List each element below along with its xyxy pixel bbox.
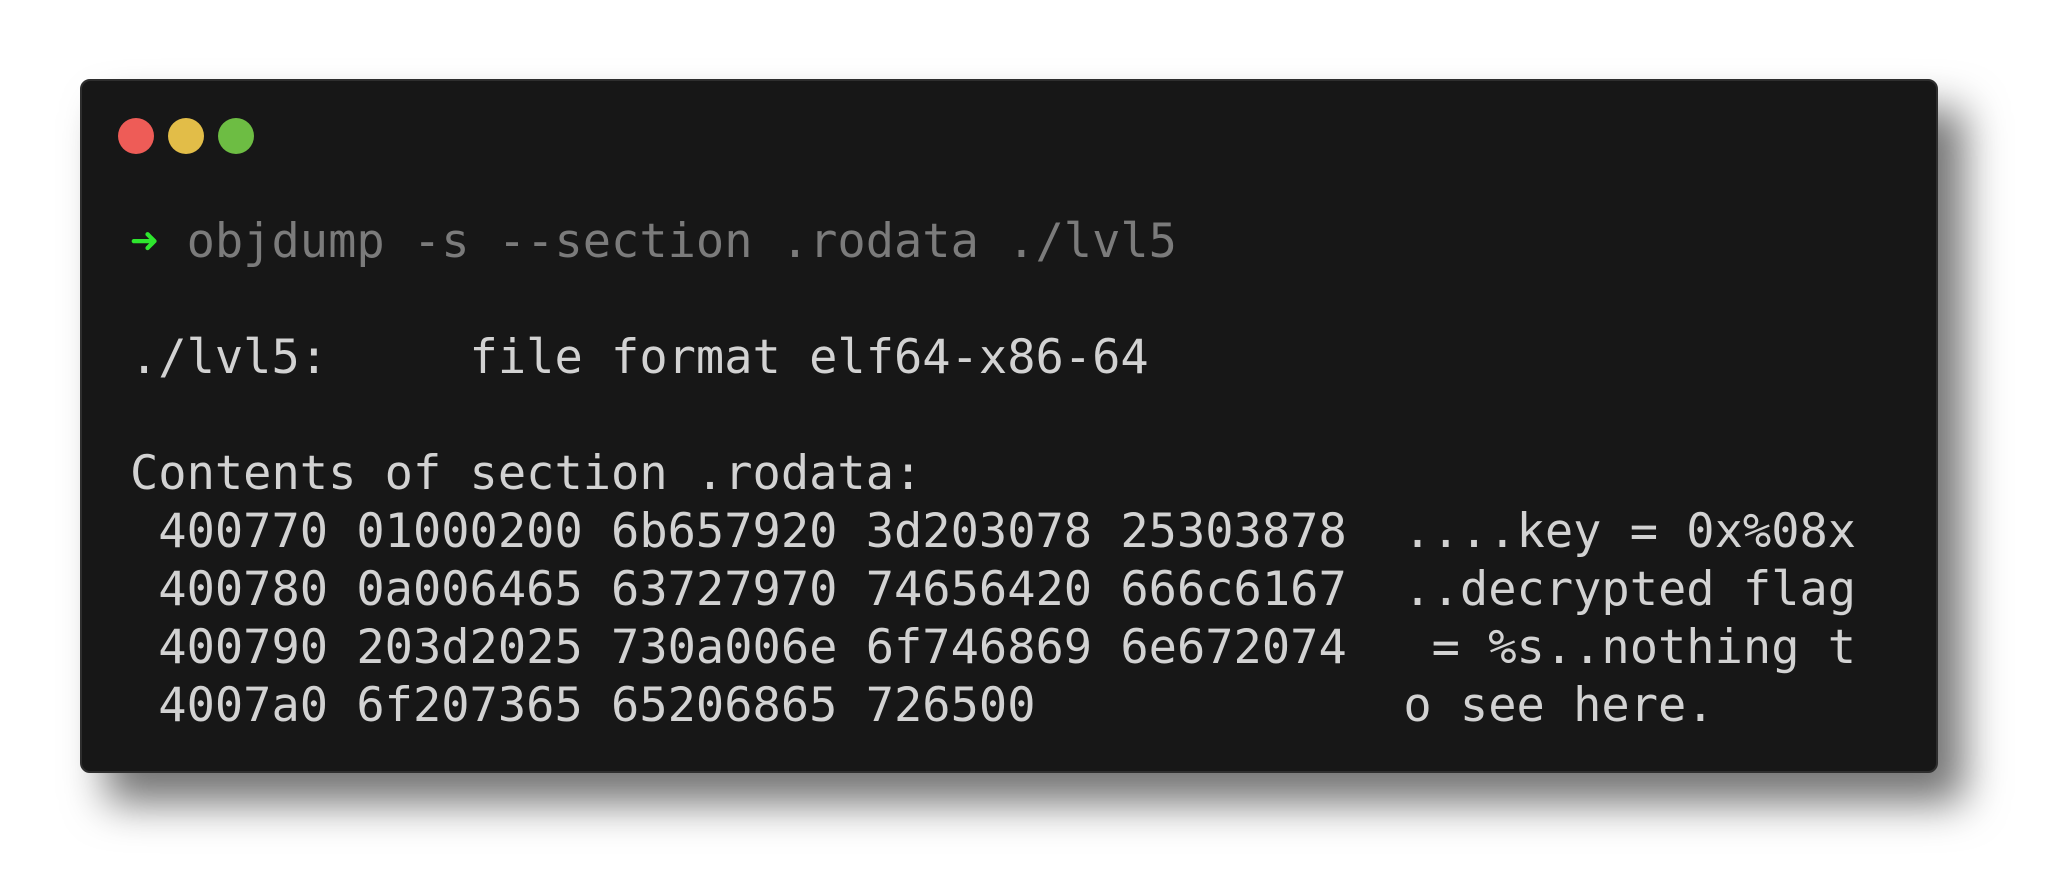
dump-row: 400770 01000200 6b657920 3d203078 253038… (130, 504, 1857, 559)
close-button[interactable] (118, 118, 154, 154)
window-controls (118, 118, 254, 154)
dump-row: 400790 203d2025 730a006e 6f746869 6e6720… (130, 620, 1857, 675)
prompt-arrow-icon: ➜ (130, 214, 159, 269)
section-header: Contents of section .rodata: (130, 446, 923, 501)
minimize-button[interactable] (168, 118, 204, 154)
dump-row: 400780 0a006465 63727970 74656420 666c61… (130, 562, 1857, 617)
command-line: ➜ objdump -s --section .rodata ./lvl5 (130, 213, 1177, 271)
zoom-button[interactable] (218, 118, 254, 154)
terminal-window: ➜ objdump -s --section .rodata ./lvl5 ./… (80, 79, 1938, 773)
command-text: objdump -s --section .rodata ./lvl5 (186, 214, 1177, 269)
file-format-line: ./lvl5: file format elf64-x86-64 (130, 330, 1149, 385)
dump-row: 4007a0 6f207365 65206865 726500 o see he… (130, 678, 1715, 733)
